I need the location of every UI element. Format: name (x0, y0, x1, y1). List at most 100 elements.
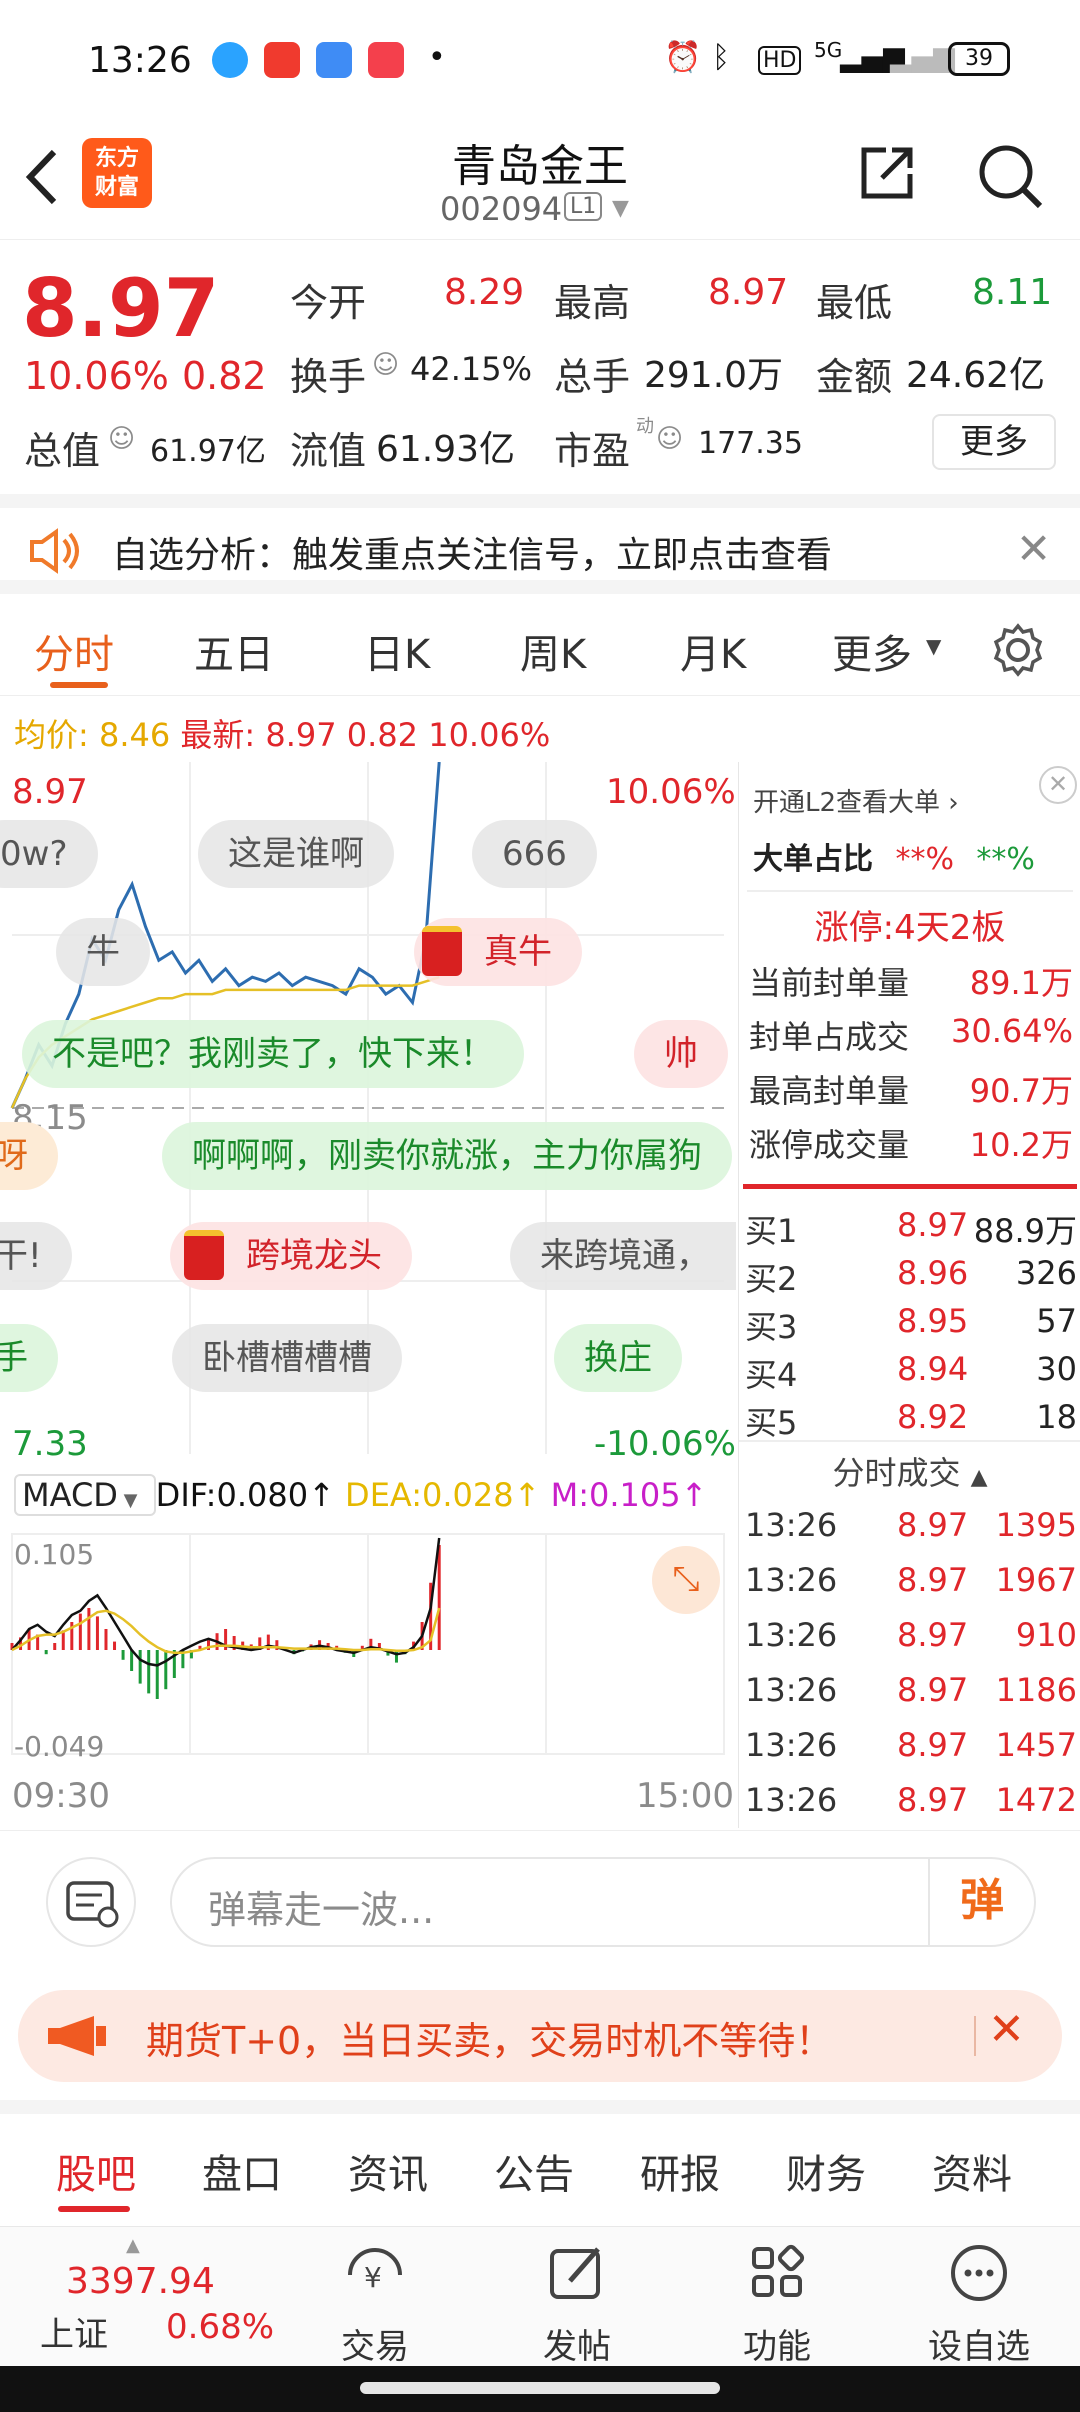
page-title: 青岛金王 (452, 141, 628, 192)
macd-top-label: 0.105 (14, 1538, 95, 1571)
nav-post[interactable]: 发帖 (512, 2241, 642, 2368)
open-value: 8.29 (444, 272, 525, 313)
more-button[interactable]: 更多 (932, 414, 1056, 470)
danmu-bubble[interactable]: 卧槽槽槽槽 (172, 1324, 402, 1392)
search-icon[interactable] (976, 142, 1046, 212)
trades-title[interactable]: 分时成交 ▲ (739, 1448, 1080, 1494)
music-app-icon (368, 42, 404, 78)
alarm-icon: ⏰ (664, 40, 702, 75)
nav-functions[interactable]: 功能 (712, 2241, 842, 2368)
info-icon[interactable]: ☺ (656, 424, 683, 454)
danmu-send-button[interactable]: 弹 (928, 1859, 1034, 1945)
macd-select[interactable]: MACD ▼ (14, 1474, 156, 1516)
tab-intraday[interactable]: 分时 (34, 622, 114, 680)
danmu-input[interactable]: 弹幕走一波... 弹 (170, 1857, 1036, 1947)
bottom-nav: ▲ 3397.94 上证 0.68% ¥ 交易 发帖 功能 设自选 (0, 2226, 1080, 2368)
qq-browser-icon (212, 42, 248, 78)
divider (739, 1440, 1080, 1442)
divider (747, 890, 1073, 892)
tab-daily-k[interactable]: 日K (364, 622, 430, 680)
svg-text:¥: ¥ (364, 2261, 382, 2294)
tab-more[interactable]: 更多 (832, 622, 912, 680)
triangle-up-icon: ▲ (126, 2235, 140, 2256)
macd-chart[interactable] (0, 1530, 736, 1762)
time-start-label: 09:30 (12, 1776, 110, 1816)
tab-news[interactable]: 资讯 (348, 2142, 428, 2200)
triangle-up-icon: ▲ (970, 1465, 988, 1490)
chart-info-line: 均价: 8.46 最新: 8.97 0.82 10.06% (14, 716, 551, 754)
tab-monthly-k[interactable]: 月K (680, 622, 746, 680)
futures-banner[interactable]: 期货T+0，当日买卖，交易时机不等待！ ✕ (18, 1990, 1062, 2082)
system-nav-bar (0, 2366, 1080, 2412)
time-end-label: 15:00 (636, 1776, 734, 1816)
firecracker-icon (184, 1230, 224, 1280)
stock-code: 002094 (440, 190, 563, 228)
turnover-label: 换手 (290, 355, 367, 399)
chevron-down-icon[interactable]: ▼ (612, 196, 629, 221)
notice-banner[interactable]: 自选分析：触发重点关注信号，立即点击查看 ✕ (0, 494, 1080, 594)
nav-add-watchlist[interactable]: 设自选 (914, 2241, 1044, 2368)
danmu-bubble[interactable]: 啊啊啊，刚卖你就涨，主力你属狗 (162, 1122, 732, 1190)
tab-active-indicator (58, 2206, 130, 2212)
high-label: 最高 (554, 281, 631, 325)
grid-icon (752, 2244, 805, 2297)
danmu-bubble[interactable]: 跨境龙头 (170, 1222, 412, 1290)
volume-label: 总手 (554, 355, 631, 399)
hd-icon: HD (758, 46, 802, 75)
tab-pankou[interactable]: 盘口 (202, 2142, 282, 2200)
danmu-bubble[interactable]: 这是谁啊 (198, 820, 394, 888)
change-pct: 10.06% (24, 354, 169, 398)
speaker-icon (30, 528, 79, 574)
close-icon[interactable]: ✕ (1039, 766, 1077, 804)
macd-dif: DIF:0.080 (155, 1476, 309, 1514)
close-icon[interactable]: ✕ (988, 2004, 1025, 2055)
danmu-bubble[interactable]: 帅 (634, 1020, 728, 1088)
danmu-settings-button[interactable] (46, 1857, 136, 1947)
tab-research[interactable]: 研报 (640, 2142, 720, 2200)
tab-five-day[interactable]: 五日 (194, 622, 274, 680)
chevron-down-icon[interactable]: ▼ (926, 634, 941, 658)
info-icon[interactable]: ☺ (108, 424, 135, 454)
nav-trade[interactable]: ¥ 交易 (310, 2241, 440, 2368)
l2-link[interactable]: 开通L2查看大单 › (753, 782, 1080, 819)
danmu-bubble[interactable]: 干! (0, 1222, 72, 1290)
index-widget[interactable]: ▲ 3397.94 上证 0.68% (30, 2235, 280, 2361)
status-bar: 13:26 • ⏰ ᛒ HD 5G ▂▄▆ ▂▄▆ 39 (0, 0, 1080, 118)
bottom-price-label: 7.33 (12, 1424, 88, 1464)
tab-finance[interactable]: 财务 (786, 2142, 866, 2200)
expand-icon[interactable]: ⤡ (652, 1546, 720, 1614)
top-pct-label: 10.06% (606, 772, 736, 812)
blue-app-icon (316, 42, 352, 78)
top-price-label: 8.97 (12, 772, 88, 812)
high-value: 8.97 (708, 272, 789, 313)
macd-dea: DEA:0.028 (345, 1476, 514, 1514)
level-badge[interactable]: L1 (564, 192, 603, 221)
low-value: 8.11 (972, 272, 1053, 313)
gear-icon[interactable] (990, 622, 1046, 678)
tab-announcements[interactable]: 公告 (494, 2142, 574, 2200)
divider-red (743, 1184, 1077, 1189)
trade-icon: ¥ (348, 2248, 402, 2294)
chart-tabs: 分时 五日 日K 周K 月K 更多 ▼ (0, 600, 1080, 696)
danmu-bubble[interactable]: 不是吧？我刚卖了，快下来！ (22, 1020, 524, 1088)
home-indicator[interactable] (360, 2382, 720, 2394)
danmu-bubble[interactable]: 666 (472, 820, 597, 888)
divider (974, 2016, 976, 2056)
limit-up-row: 涨停:4天2板 (814, 908, 1006, 948)
intraday-chart: 均价: 8.46 最新: 8.97 0.82 10.06% 8.97 10.06… (0, 700, 736, 1830)
tab-profile[interactable]: 资料 (932, 2142, 1012, 2200)
close-icon[interactable]: ✕ (1016, 524, 1051, 573)
danmu-bubble[interactable]: 来跨境通， (510, 1222, 736, 1290)
share-icon[interactable] (856, 142, 918, 204)
danmu-bubble[interactable]: 真牛 (414, 918, 582, 986)
open-label: 今开 (290, 281, 367, 325)
danmu-bubble[interactable]: 换庄 (554, 1324, 682, 1392)
more-dots-icon (951, 2245, 1007, 2301)
danmu-bubble[interactable]: 0w? (0, 820, 98, 888)
danmu-settings-icon (66, 1881, 119, 1928)
tab-weekly-k[interactable]: 周K (520, 622, 586, 680)
danmu-bubble[interactable]: 牛 (56, 918, 150, 986)
tab-guba[interactable]: 股吧 (56, 2142, 136, 2200)
info-icon[interactable]: ☺ (372, 350, 399, 380)
quote-panel: 8.97 10.06% 0.82 今开 8.29 最高 8.97 最低 8.11… (0, 242, 1080, 492)
